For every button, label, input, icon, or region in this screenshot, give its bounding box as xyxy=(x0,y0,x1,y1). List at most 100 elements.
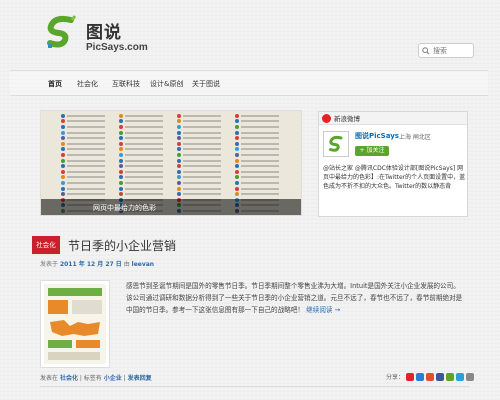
post-author-link[interactable]: leevan xyxy=(132,261,154,268)
color-dot xyxy=(177,164,181,169)
color-bar xyxy=(241,131,279,134)
reply-link[interactable]: 发表回复 xyxy=(128,375,152,382)
color-bar xyxy=(67,120,105,123)
color-dot xyxy=(119,119,123,124)
color-dot xyxy=(177,186,181,191)
color-bar xyxy=(67,125,105,128)
weibo-header: 新浪微博 xyxy=(319,112,467,125)
color-dot xyxy=(235,164,239,169)
color-bar xyxy=(125,170,163,173)
color-dot xyxy=(177,147,181,152)
color-bar xyxy=(183,120,221,123)
logo-icon[interactable] xyxy=(45,14,77,50)
nav-item-about[interactable]: 关于图说 xyxy=(192,79,220,89)
site-subtitle[interactable]: PicSays.com xyxy=(86,42,148,53)
color-bar xyxy=(125,181,163,184)
color-dot xyxy=(61,169,65,174)
follow-button[interactable]: + 加关注 xyxy=(355,146,389,156)
post-footer: 发表在 社会化 | 标签有 小企业 | 发表回复 xyxy=(40,375,152,382)
color-bar xyxy=(241,193,279,196)
color-bar xyxy=(183,148,221,151)
color-bar xyxy=(125,165,163,168)
color-bar xyxy=(183,125,221,128)
color-bar xyxy=(183,114,221,117)
color-bar xyxy=(125,131,163,134)
color-bar xyxy=(183,176,221,179)
post-meta: 发表于 2011 年 12 月 27 日 由 leevan xyxy=(40,259,154,268)
color-bar xyxy=(125,137,163,140)
color-bar xyxy=(241,125,279,128)
footer-category-link[interactable]: 社会化 xyxy=(60,375,78,382)
qq-share-icon[interactable] xyxy=(416,372,425,381)
weibo-avatar[interactable] xyxy=(323,131,349,157)
color-dot xyxy=(177,136,181,141)
featured-slider[interactable]: 网页中最给力的色彩 xyxy=(40,110,302,216)
weibo-profile-name[interactable]: 图说PicSays xyxy=(355,131,399,141)
color-bar xyxy=(67,165,105,168)
douban-share-icon[interactable] xyxy=(436,372,445,381)
post-thumbnail[interactable] xyxy=(40,280,110,368)
color-bar xyxy=(241,142,279,145)
color-bar xyxy=(67,137,105,140)
weibo-share-icon[interactable] xyxy=(406,372,415,381)
color-bar xyxy=(67,170,105,173)
color-dot xyxy=(119,141,123,146)
color-bar xyxy=(67,142,105,145)
nav-item-social[interactable]: 社会化 xyxy=(77,79,98,89)
color-bar xyxy=(67,181,105,184)
color-bar xyxy=(125,125,163,128)
color-bar xyxy=(241,153,279,156)
nav-item-tech[interactable]: 互联科技 xyxy=(112,79,140,89)
weibo-feed-text: @站长之家 @腾讯CDC体验设计部[图说PicSays] 网页中最给力的色彩】:… xyxy=(323,165,466,190)
search-input[interactable] xyxy=(433,46,473,55)
footer-separator: | 标签有 xyxy=(79,375,102,382)
color-bar xyxy=(125,114,163,117)
color-bar xyxy=(125,176,163,179)
color-dot xyxy=(235,147,239,152)
color-dot xyxy=(177,158,181,163)
color-bar xyxy=(125,142,163,145)
color-dot xyxy=(119,180,123,185)
color-bar xyxy=(241,181,279,184)
nav-item-home[interactable]: 首页 xyxy=(48,79,62,89)
color-bar xyxy=(241,176,279,179)
color-dot xyxy=(235,113,239,118)
more-share-icon[interactable] xyxy=(466,372,475,381)
color-bar xyxy=(241,170,279,173)
post-body: 感恩节到圣诞节期间是国外的零售节日季。节日季期间整个零售业沸为大增。Intuit… xyxy=(126,280,466,316)
color-dot xyxy=(119,175,123,180)
color-dot xyxy=(61,136,65,141)
color-bar xyxy=(183,159,221,162)
weibo-icon xyxy=(322,113,331,123)
color-bar xyxy=(183,153,221,156)
post-category-badge[interactable]: 社会化 xyxy=(32,236,60,254)
post-date-link[interactable]: 2011 年 12 月 27 日 xyxy=(60,261,122,268)
post-title[interactable]: 节日季的小企业营销 xyxy=(68,237,176,254)
color-dot xyxy=(61,152,65,157)
color-dot xyxy=(119,130,123,135)
site-title[interactable]: 图说 xyxy=(86,18,122,43)
color-bar xyxy=(67,187,105,190)
color-dot xyxy=(61,164,65,169)
color-bar xyxy=(241,120,279,123)
color-bar xyxy=(183,187,221,190)
color-bar xyxy=(125,193,163,196)
slider-caption[interactable]: 网页中最给力的色彩 xyxy=(41,199,301,215)
twitter-share-icon[interactable] xyxy=(456,372,465,381)
color-dot xyxy=(235,175,239,180)
color-bar xyxy=(67,193,105,196)
nav-item-design[interactable]: 设计&原创 xyxy=(150,79,183,89)
color-bar xyxy=(183,165,221,168)
kaixin-share-icon[interactable] xyxy=(446,372,455,381)
color-dot xyxy=(235,119,239,124)
color-bar xyxy=(67,153,105,156)
color-bar xyxy=(125,153,163,156)
search-box[interactable] xyxy=(418,43,474,58)
footer-tag-link[interactable]: 小企业 xyxy=(104,375,122,382)
renren-share-icon[interactable] xyxy=(426,372,435,381)
weibo-header-label: 新浪微博 xyxy=(334,115,360,123)
read-more-link[interactable]: 继续阅读 → xyxy=(306,306,340,314)
color-dot xyxy=(119,164,123,169)
color-dot xyxy=(177,180,181,185)
color-dot xyxy=(235,180,239,185)
